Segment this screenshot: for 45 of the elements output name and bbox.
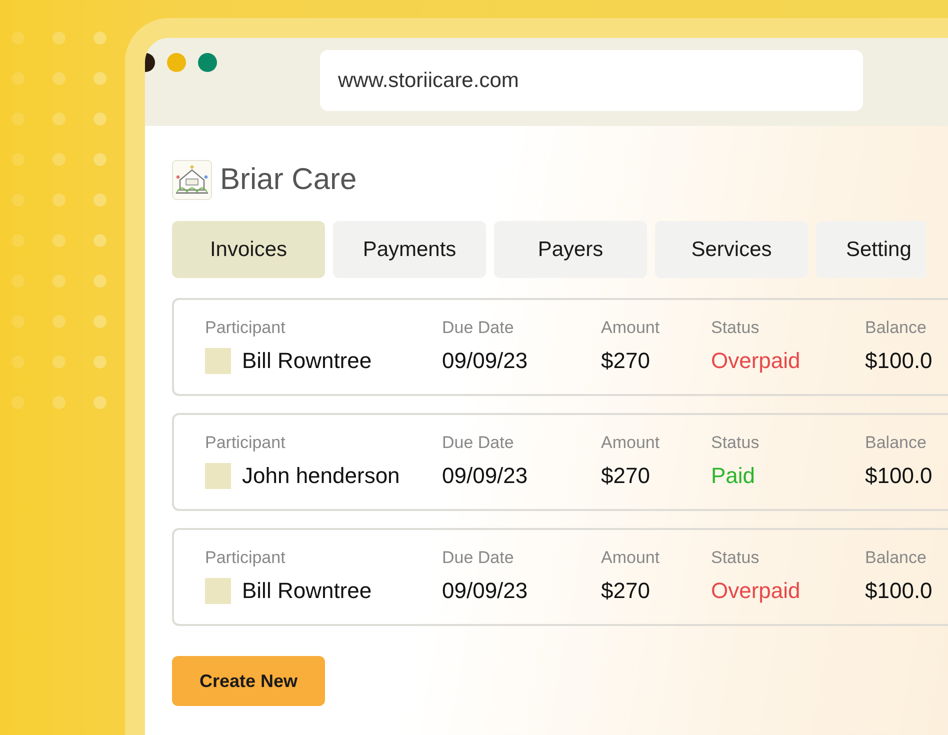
field-label: Due Date [442,548,515,568]
field-label: Balance [865,548,928,568]
field-label: Balance [865,433,928,453]
balance: $100.0 [865,348,934,374]
invoice-card[interactable]: Participant Bill Rowntree Due Date 09/09/23 Amount $270 Status Overpaid Balance $100.0 [172,528,948,626]
avatar-placeholder [205,578,231,604]
field-label: Amount [601,433,661,453]
participant-name: John henderson [242,463,400,489]
invoice-card[interactable]: Participant Bill Rowntree Due Date 09/09/23 Amount $270 Status Overpaid Balance $100.0 [172,298,948,396]
amount: $270 [601,463,651,489]
field-label: Participant [205,433,286,453]
address-bar[interactable]: www.storiicare.com [320,50,863,111]
status: Overpaid [711,578,802,604]
status: Paid [711,463,756,489]
due-date: 09/09/23 [442,578,529,604]
tab[interactable]: Setting [816,221,926,278]
field-label: Amount [601,318,661,338]
balance: $100.0 [865,578,934,604]
field-label: Status [711,433,760,453]
field-label: Amount [601,548,661,568]
amount: $270 [601,578,651,604]
status: Overpaid [711,348,802,374]
field-label: Due Date [442,318,515,338]
field-label: Participant [205,548,286,568]
tab[interactable]: Invoices [172,221,325,278]
field-label: Status [711,548,760,568]
tab[interactable]: Services [655,221,808,278]
due-date: 09/09/23 [442,348,529,374]
field-label: Balance [865,318,928,338]
balance: $100.0 [865,463,934,489]
field-label: Due Date [442,433,515,453]
participant-name: Bill Rowntree [242,348,372,374]
field-label: Status [711,318,760,338]
create-new-button[interactable]: Create New [172,656,325,706]
avatar-placeholder [205,348,231,374]
amount: $270 [601,348,651,374]
app-title: Briar Care [220,163,357,197]
invoice-card[interactable]: Participant John henderson Due Date 09/09/23 Amount $270 Status Paid Balance $100.0 [172,413,948,511]
tab[interactable]: Payers [494,221,647,278]
field-label: Participant [205,318,286,338]
avatar-placeholder [205,463,231,489]
tab[interactable]: Payments [333,221,486,278]
due-date: 09/09/23 [442,463,529,489]
house-logo-icon [172,160,212,200]
participant-name: Bill Rowntree [242,578,372,604]
